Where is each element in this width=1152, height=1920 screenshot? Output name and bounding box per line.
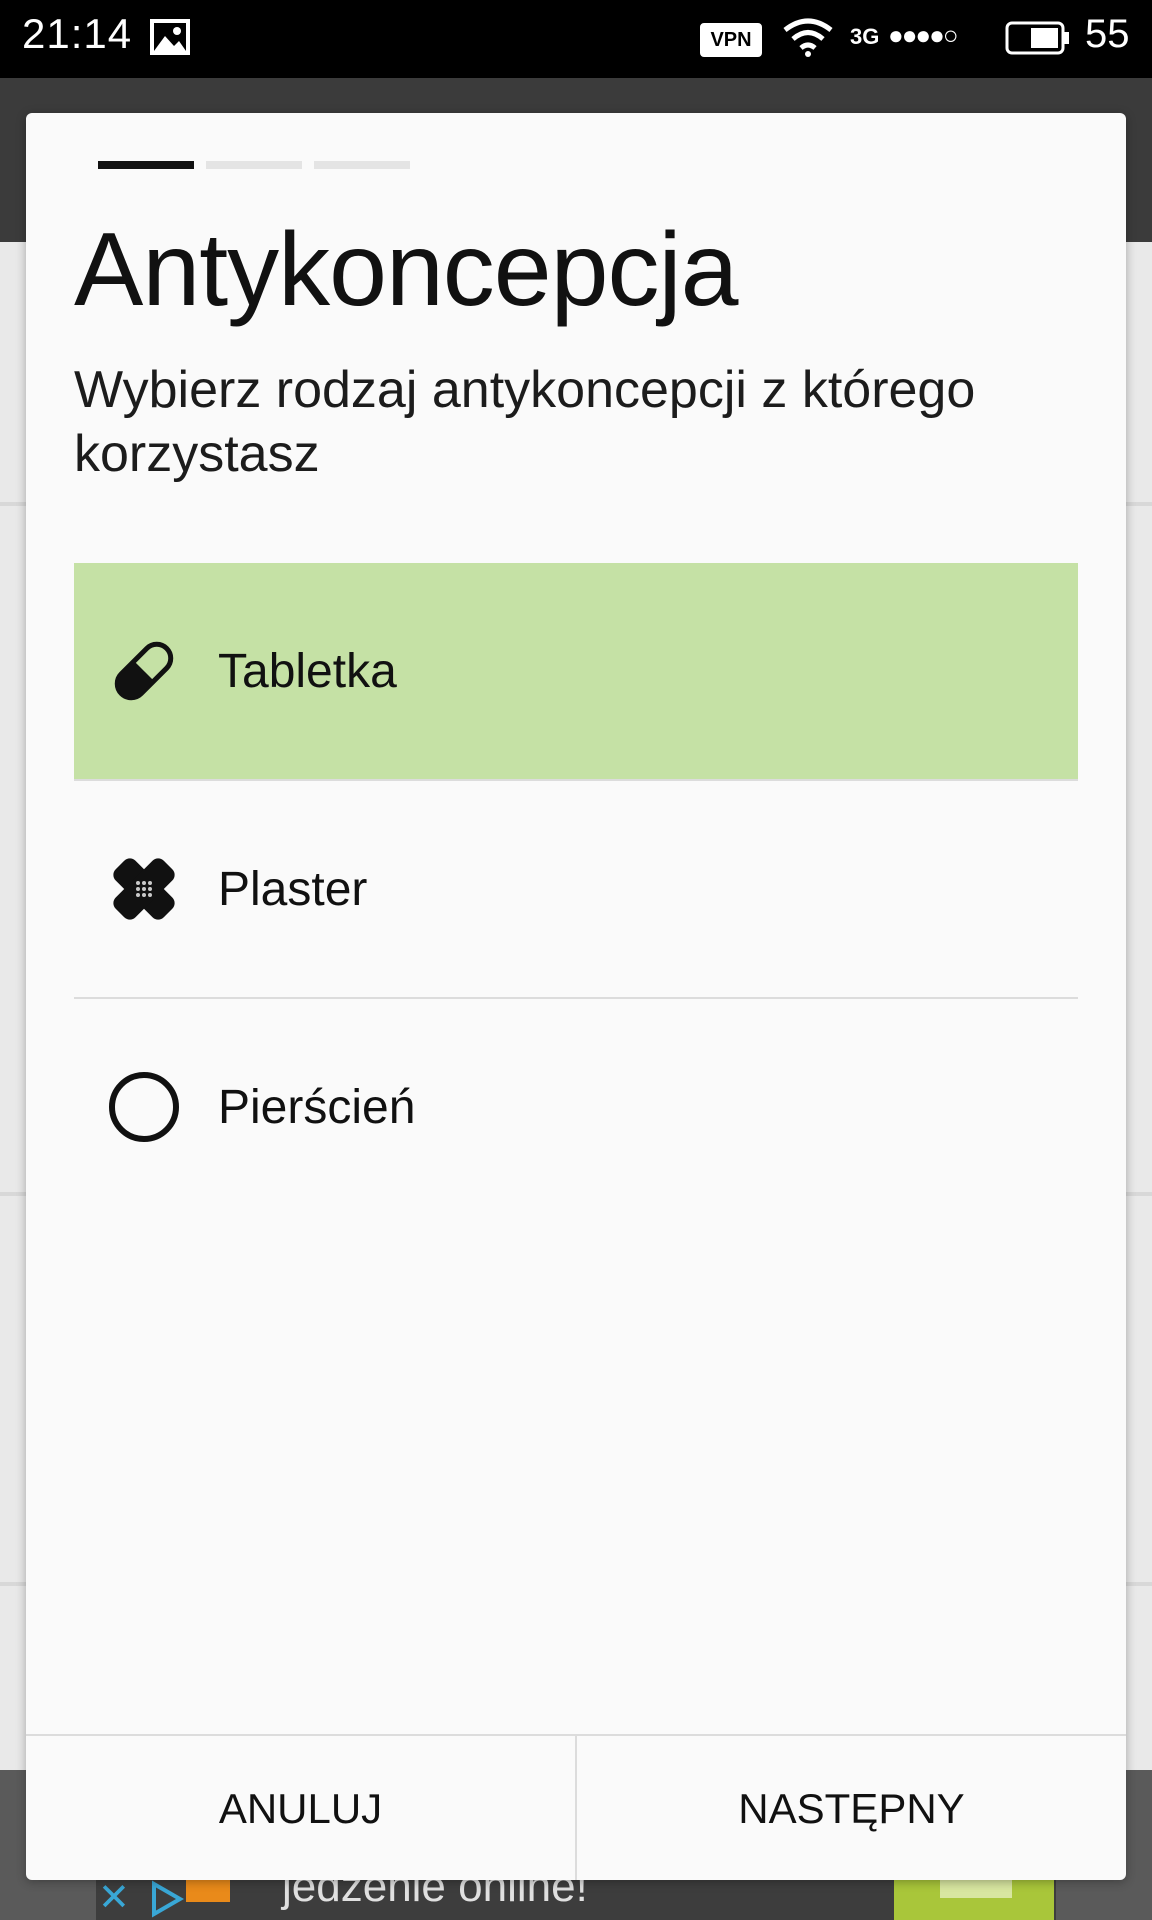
- option-label: Plaster: [218, 862, 368, 916]
- option-label: Pierścień: [218, 1080, 416, 1134]
- option-list: Tabletka Plaster Pierścień: [74, 563, 1078, 1215]
- dialog-footer: ANULUJ NASTĘPNY: [26, 1734, 1126, 1880]
- network-type: 3G: [850, 24, 880, 49]
- battery-level: 55: [1085, 12, 1130, 56]
- bandage-icon: [113, 858, 175, 920]
- wifi-icon: [783, 18, 833, 57]
- pill-icon: [114, 641, 174, 701]
- option-pierscien[interactable]: Pierścień: [74, 999, 1078, 1215]
- option-tabletka[interactable]: Tabletka: [74, 563, 1078, 781]
- next-button[interactable]: NASTĘPNY: [577, 1736, 1126, 1880]
- cancel-button[interactable]: ANULUJ: [26, 1736, 577, 1880]
- step-3: [314, 161, 410, 169]
- step-2: [206, 161, 302, 169]
- signal-strength: ●●●●○: [888, 20, 959, 50]
- ad-play-icon: [152, 1880, 185, 1918]
- battery-icon: [1005, 21, 1069, 55]
- ring-icon: [109, 1072, 179, 1142]
- step-1: [98, 161, 194, 169]
- status-bar: 21:14 VPN 3G ●●●●○ 55: [0, 0, 1152, 78]
- dialog-title: Antykoncepcja: [74, 212, 738, 328]
- status-time: 21:14: [22, 10, 133, 57]
- option-label: Tabletka: [218, 644, 397, 698]
- image-icon: [150, 19, 190, 55]
- option-plaster[interactable]: Plaster: [74, 781, 1078, 999]
- ad-close-icon[interactable]: ✕: [98, 1876, 138, 1920]
- contraception-dialog: Antykoncepcja Wybierz rodzaj antykoncepc…: [26, 113, 1126, 1880]
- vpn-badge: VPN: [700, 23, 762, 57]
- dialog-subtitle: Wybierz rodzaj antykoncepcji z którego k…: [74, 361, 976, 483]
